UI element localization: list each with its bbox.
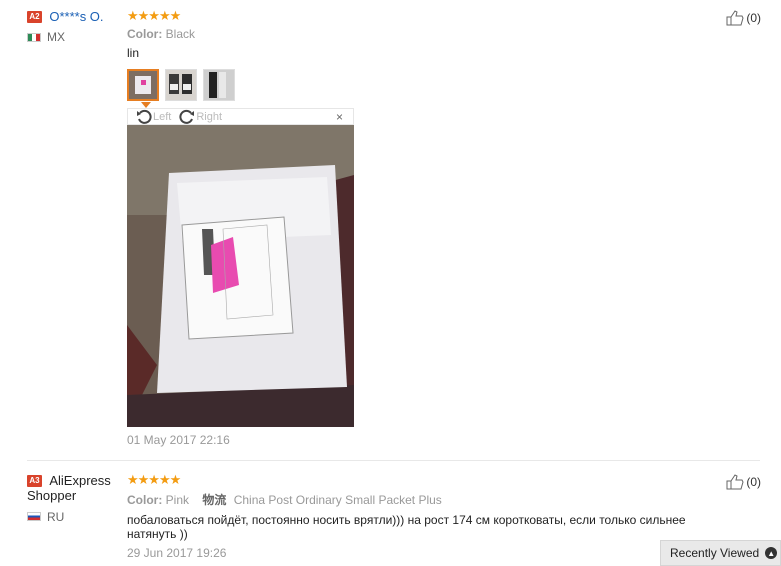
recently-viewed-button[interactable]: Recently Viewed ▲ [660, 540, 781, 566]
buyer-level-badge: A3 [27, 474, 42, 487]
thumbs-up-icon [726, 474, 744, 490]
photo-thumb[interactable] [203, 69, 235, 101]
photo-thumb[interactable] [165, 69, 197, 101]
review-text: lin [127, 46, 140, 60]
review-photo-large [127, 125, 354, 427]
reviewer-country: MX [27, 30, 122, 44]
rotate-right-label: Right [196, 110, 223, 123]
country-code: MX [47, 30, 65, 45]
recently-viewed-label: Recently Viewed [670, 546, 760, 560]
russia-flag-icon [27, 512, 41, 522]
photo-viewer-toolbar: Left Right × [127, 108, 354, 125]
reviewer-name[interactable]: O****s O. [49, 9, 103, 24]
helpful-count: (0) [746, 11, 761, 25]
review-text: побаловаться пойдёт, постоянно носить вр… [127, 513, 686, 541]
review-item: A2 O****s O. MX ★★★★★ Color: Black lin L… [0, 0, 781, 458]
review-date: 29 Jun 2017 19:26 [127, 546, 227, 560]
rotate-left-icon [137, 109, 152, 124]
review-date: 01 May 2017 22:16 [127, 433, 230, 447]
country-code: RU [47, 509, 65, 524]
mexico-flag-icon [27, 32, 41, 42]
thumbs-up-icon [726, 10, 744, 26]
helpful-count: (0) [746, 475, 761, 489]
rotate-right-icon [179, 109, 195, 124]
shipping-label: 物流 [202, 493, 227, 507]
shipping-value: China Post Ordinary Small Packet Plus [233, 493, 442, 507]
sku-info: Color: Pink 物流 China Post Ordinary Small… [127, 491, 727, 508]
color-label: Color: [127, 493, 163, 507]
helpful-button[interactable]: (0) [726, 474, 761, 490]
chevron-up-icon: ▲ [765, 547, 778, 559]
reviewer-country: RU [27, 510, 122, 524]
rotate-left-label: Left [153, 110, 172, 123]
color-value: Pink [165, 493, 190, 507]
color-label: Color: [127, 27, 163, 41]
buyer-level-badge: A2 [27, 10, 42, 23]
review-content: ★★★★★ Color: Black lin Left Right × 01 M… [127, 0, 727, 447]
review-content: ★★★★★ Color: Pink 物流 China Post Ordinary… [127, 460, 727, 561]
rotate-left-button[interactable]: Left [136, 109, 171, 125]
sku-info: Color: Black [127, 27, 727, 41]
color-value: Black [165, 27, 196, 41]
helpful-button[interactable]: (0) [726, 10, 761, 26]
star-rating: ★★★★★ [127, 472, 181, 487]
close-viewer-button[interactable]: × [336, 110, 343, 124]
star-rating: ★★★★★ [127, 8, 181, 23]
rotate-right-button[interactable]: Right [179, 109, 222, 125]
reviewer-info: A2 O****s O. MX [27, 0, 122, 44]
reviewer-info: A3 AliExpress Shopper RU [27, 460, 122, 524]
photo-thumb[interactable] [127, 69, 159, 101]
review-photo-thumbs [127, 69, 727, 101]
